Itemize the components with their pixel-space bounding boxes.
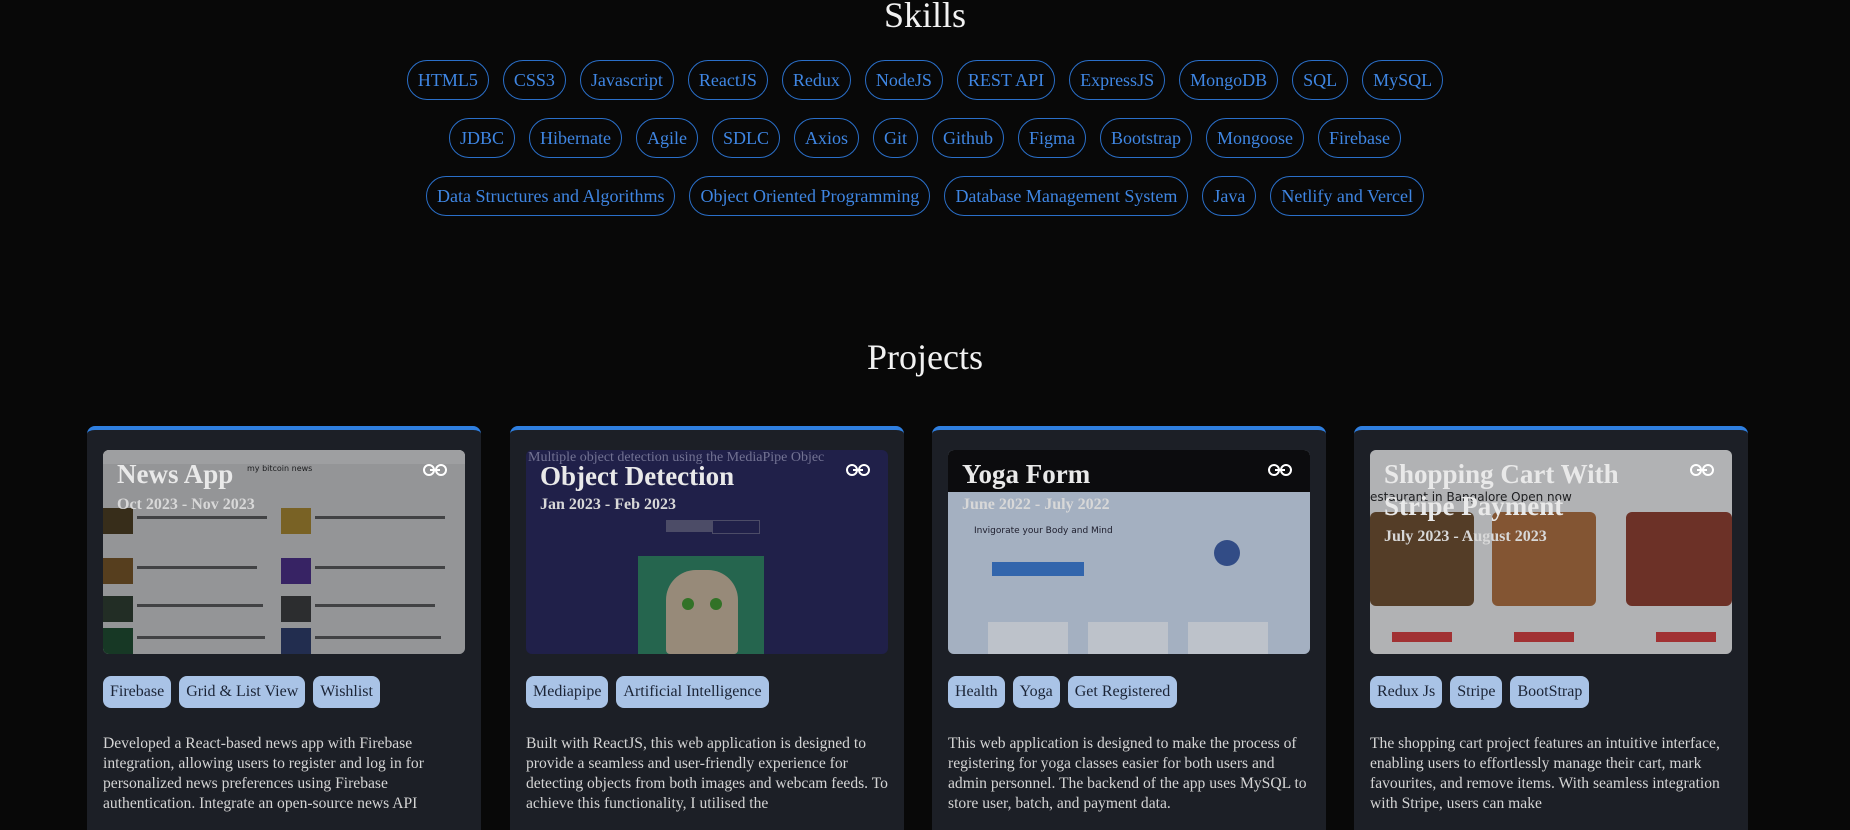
skills-row-2: JDBC Hibernate Agile SDLC Axios Git Github Figm… — [0, 118, 1850, 158]
skill-chip: MongoDB — [1179, 60, 1279, 100]
project-tag: Stripe — [1450, 676, 1503, 708]
skills-row-3: Data Structures and Algorithms Object Ori… — [0, 176, 1850, 216]
project-thumbnail[interactable]: estaurant in Bangalore Open now Shopping… — [1370, 450, 1732, 654]
project-card-news-app[interactable]: my bitcoin news News App Oct 2023 - Nov … — [87, 426, 481, 830]
project-thumbnail[interactable]: Invigorate your Body and Mind Yoga Form … — [948, 450, 1310, 654]
project-title: Yoga Form — [962, 459, 1091, 489]
skill-chip: ExpressJS — [1069, 60, 1166, 100]
skill-chip: SQL — [1292, 60, 1349, 100]
skill-chip: Javascript — [579, 60, 674, 100]
project-tags: Redux Js Stripe BootStrap — [1370, 676, 1590, 708]
skill-chip: SDLC — [711, 118, 780, 158]
project-title: Object Detection — [540, 461, 735, 491]
skill-chip: Git — [872, 118, 918, 158]
project-thumbnail[interactable]: Multiple object detection using the Medi… — [526, 450, 888, 654]
project-tag: Get Registered — [1067, 676, 1178, 708]
project-tag: Grid & List View — [179, 676, 306, 708]
link-icon[interactable] — [1268, 462, 1292, 481]
skill-chip: Database Management System — [944, 176, 1189, 216]
skill-chip: MySQL — [1362, 60, 1444, 100]
project-card-object-detection[interactable]: Multiple object detection using the Medi… — [510, 426, 904, 830]
skill-chip: JDBC — [448, 118, 515, 158]
project-tag: Artificial Intelligence — [616, 676, 769, 708]
skill-chip: Axios — [793, 118, 859, 158]
project-tag: Redux Js — [1370, 676, 1443, 708]
project-tag: Yoga — [1012, 676, 1060, 708]
project-date: Jan 2023 - Feb 2023 — [540, 496, 676, 513]
skill-chip: Bootstrap — [1100, 118, 1193, 158]
skill-chip: Object Oriented Programming — [689, 176, 931, 216]
project-description: Developed a React-based news app with Fi… — [103, 735, 424, 812]
project-tag: Wishlist — [313, 676, 380, 708]
project-tag: Mediapipe — [526, 676, 609, 708]
skills-heading: Skills — [883, 0, 967, 35]
skill-chip: CSS3 — [502, 60, 566, 100]
skill-chip: Firebase — [1318, 118, 1402, 158]
project-title: News App — [117, 459, 234, 489]
link-icon[interactable] — [1690, 462, 1714, 481]
project-title: Shopping Cart With Stripe Payment — [1384, 459, 1619, 521]
skill-chip: Redux — [781, 60, 851, 100]
project-date: June 2022 - July 2022 — [962, 496, 1110, 513]
skill-chip: Agile — [635, 118, 698, 158]
skills-row-1: HTML5 CSS3 Javascript ReactJS Redux NodeJS RES… — [0, 60, 1850, 100]
project-tag: BootStrap — [1510, 676, 1590, 708]
project-tag: Firebase — [103, 676, 172, 708]
skill-chip: ReactJS — [687, 60, 768, 100]
project-description: The shopping cart project features an in… — [1370, 735, 1720, 812]
skill-chip: REST API — [956, 60, 1056, 100]
skill-chip: Mongoose — [1206, 118, 1305, 158]
link-icon[interactable] — [423, 462, 447, 481]
project-card-yoga-form[interactable]: Invigorate your Body and Mind Yoga Form … — [932, 426, 1326, 830]
projects-heading: Projects — [867, 337, 983, 377]
project-tag: Health — [948, 676, 1005, 708]
link-icon[interactable] — [846, 462, 870, 481]
skill-chip: Netlify and Vercel — [1270, 176, 1424, 216]
project-description: Built with ReactJS, this web application… — [526, 735, 888, 812]
project-tags: Health Yoga Get Registered — [948, 676, 1178, 708]
skill-chip: Github — [932, 118, 1005, 158]
skill-chip: Java — [1202, 176, 1257, 216]
project-description: This web application is designed to make… — [948, 735, 1307, 812]
project-tags: Firebase Grid & List View Wishlist — [103, 676, 380, 708]
project-date: Oct 2023 - Nov 2023 — [117, 496, 255, 513]
project-tags: Mediapipe Artificial Intelligence — [526, 676, 769, 708]
skill-chip: NodeJS — [864, 60, 943, 100]
project-card-shopping-cart[interactable]: estaurant in Bangalore Open now Shopping… — [1354, 426, 1748, 830]
project-date: July 2023 - August 2023 — [1384, 528, 1547, 545]
skill-chip: HTML5 — [406, 60, 489, 100]
project-thumbnail[interactable]: my bitcoin news News App Oct 2023 - Nov … — [103, 450, 465, 654]
skill-chip: Hibernate — [528, 118, 622, 158]
skill-chip: Figma — [1018, 118, 1087, 158]
skill-chip: Data Structures and Algorithms — [426, 176, 676, 216]
